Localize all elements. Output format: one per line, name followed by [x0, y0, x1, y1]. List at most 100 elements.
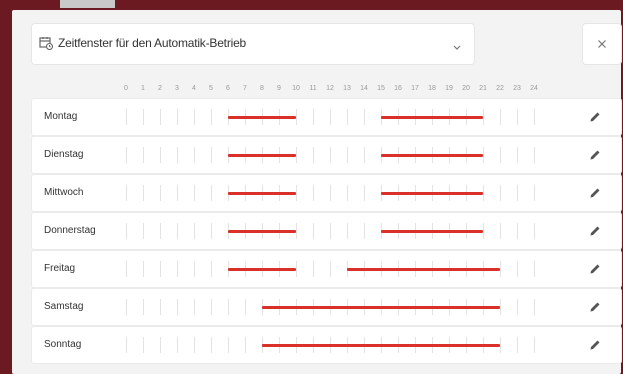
hour-label: 17	[411, 85, 419, 92]
hour-tick	[160, 299, 161, 315]
hour-tick	[313, 261, 314, 277]
edit-day-button[interactable]	[588, 224, 602, 243]
day-label: Montag	[44, 111, 78, 122]
calendar-clock-icon	[39, 36, 54, 55]
hour-tick	[483, 223, 484, 239]
hour-tick	[517, 261, 518, 277]
hour-label: 22	[496, 85, 504, 92]
hour-tick	[143, 223, 144, 239]
hour-tick	[160, 337, 161, 353]
schedule-dropdown[interactable]: Zeitfenster für den Automatik-Betrieb	[32, 24, 474, 64]
hour-tick	[211, 223, 212, 239]
hour-tick	[330, 147, 331, 163]
hour-tick	[534, 185, 535, 201]
hour-tick	[143, 109, 144, 125]
time-window-bar	[262, 306, 500, 309]
hour-tick	[228, 337, 229, 353]
hour-label: 8	[260, 85, 264, 92]
hour-tick	[211, 185, 212, 201]
hour-tick	[143, 147, 144, 163]
time-window-bar	[262, 344, 500, 347]
hour-tick	[194, 147, 195, 163]
hour-tick	[296, 109, 297, 125]
hour-tick	[534, 261, 535, 277]
hour-tick	[245, 337, 246, 353]
hour-tick	[211, 109, 212, 125]
hour-tick	[534, 337, 535, 353]
hour-tick	[483, 185, 484, 201]
hour-label: 7	[243, 85, 247, 92]
hour-tick	[126, 147, 127, 163]
edit-day-button[interactable]	[588, 300, 602, 319]
schedule-row-samstag: Samstag	[32, 289, 621, 325]
hour-tick	[500, 261, 501, 277]
hour-tick	[500, 147, 501, 163]
edit-day-button[interactable]	[588, 110, 602, 129]
hour-tick	[126, 223, 127, 239]
hour-tick	[517, 299, 518, 315]
hour-label: 13	[343, 85, 351, 92]
schedule-row-mittwoch: Mittwoch	[32, 175, 621, 211]
pencil-icon	[590, 188, 600, 198]
pencil-icon	[590, 112, 600, 122]
hour-tick	[194, 299, 195, 315]
hour-tick	[483, 147, 484, 163]
edit-day-button[interactable]	[588, 262, 602, 281]
hour-tick	[534, 223, 535, 239]
hour-label: 2	[158, 85, 162, 92]
hour-tick	[211, 299, 212, 315]
day-label: Freitag	[44, 263, 76, 274]
hour-tick	[296, 261, 297, 277]
close-button[interactable]	[583, 24, 621, 64]
hour-tick	[296, 223, 297, 239]
schedule-row-sonntag: Sonntag	[32, 327, 621, 363]
time-window-bar	[228, 116, 296, 119]
hour-tick	[313, 147, 314, 163]
hour-tick	[126, 109, 127, 125]
time-window-bar	[347, 268, 500, 271]
hour-tick	[500, 185, 501, 201]
hour-label: 23	[513, 85, 521, 92]
hour-tick	[160, 185, 161, 201]
pencil-icon	[590, 302, 600, 312]
schedule-dialog: Zeitfenster für den Automatik-Betrieb 0 1…	[12, 10, 621, 374]
top-tab-accent	[60, 0, 115, 8]
edit-day-button[interactable]	[588, 338, 602, 357]
hour-tick	[177, 223, 178, 239]
hour-tick	[194, 185, 195, 201]
hour-tick	[347, 109, 348, 125]
hour-tick	[194, 223, 195, 239]
hour-tick	[143, 337, 144, 353]
hour-tick	[330, 261, 331, 277]
hour-label: 16	[394, 85, 402, 92]
hour-tick	[517, 223, 518, 239]
hour-tick	[177, 147, 178, 163]
hour-tick	[517, 185, 518, 201]
hour-tick	[143, 185, 144, 201]
hour-label: 14	[360, 85, 368, 92]
hour-label: 18	[428, 85, 436, 92]
time-window-bar	[228, 230, 296, 233]
hour-tick	[296, 147, 297, 163]
hour-label: 9	[277, 85, 281, 92]
hour-label: 5	[209, 85, 213, 92]
hour-tick	[364, 147, 365, 163]
hour-tick	[534, 147, 535, 163]
day-label: Sonntag	[44, 339, 82, 350]
time-window-bar	[228, 154, 296, 157]
hour-label: 4	[192, 85, 196, 92]
hour-tick	[211, 261, 212, 277]
day-label: Donnerstag	[44, 225, 96, 236]
edit-day-button[interactable]	[588, 148, 602, 167]
hour-tick	[296, 185, 297, 201]
edit-day-button[interactable]	[588, 186, 602, 205]
hour-tick	[177, 261, 178, 277]
hour-tick	[126, 337, 127, 353]
hour-tick	[194, 261, 195, 277]
hour-tick	[177, 299, 178, 315]
pencil-icon	[590, 226, 600, 236]
hour-tick	[330, 223, 331, 239]
hour-label: 20	[462, 85, 470, 92]
hour-tick	[364, 223, 365, 239]
pencil-icon	[590, 150, 600, 160]
